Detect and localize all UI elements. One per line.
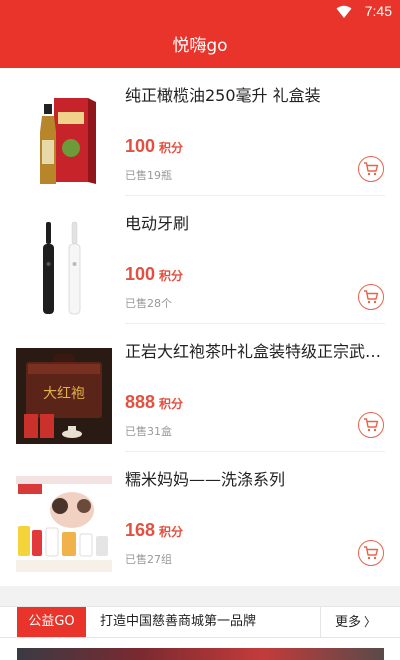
product-item[interactable]: 电动牙刷 100 积分 已售28个 <box>0 196 400 324</box>
price-unit: 积分 <box>159 269 184 283</box>
status-bar: 7:45 <box>0 0 400 24</box>
cart-icon <box>364 546 379 560</box>
detergent-series-image <box>16 476 112 572</box>
product-price: 100 积分 <box>125 136 183 157</box>
more-label: 更多 <box>335 615 362 630</box>
price-value: 168 <box>125 520 156 540</box>
svg-text:大红袍: 大红袍 <box>43 386 85 402</box>
notice-bar[interactable]: 公益GO 打造中国慈善商城第一品牌 更多〉 <box>0 606 400 638</box>
tea-gift-box-image: 大红袍 <box>16 348 112 444</box>
notice-tag: 公益GO <box>17 607 86 637</box>
product-price: 100 积分 <box>125 264 183 285</box>
price-value: 888 <box>125 392 156 412</box>
chevron-right-icon: 〉 <box>364 615 377 629</box>
add-to-cart-button[interactable] <box>358 156 384 182</box>
add-to-cart-button[interactable] <box>358 540 384 566</box>
product-price: 168 积分 <box>125 520 183 541</box>
cart-icon <box>364 162 379 176</box>
product-name[interactable]: 正岩大红袍茶叶礼盒装特级正宗武夷山岩茶 <box>125 338 385 362</box>
product-name[interactable]: 纯正橄榄油250毫升 礼盒装 <box>125 82 385 106</box>
add-to-cart-button[interactable] <box>358 284 384 310</box>
product-price: 888 积分 <box>125 392 183 413</box>
app-bar: 悦嗨go <box>0 24 400 68</box>
product-item[interactable]: 纯正橄榄油250毫升 礼盒装 100 积分 已售19瓶 <box>0 68 400 196</box>
page-title: 悦嗨go <box>172 36 228 56</box>
price-value: 100 <box>125 136 156 156</box>
sold-count: 已售31盒 <box>125 425 172 438</box>
wifi-icon <box>336 5 352 18</box>
price-unit: 积分 <box>159 525 184 539</box>
status-time: 7:45 <box>364 3 392 19</box>
promo-banner[interactable] <box>17 648 384 660</box>
sold-count: 已售28个 <box>125 297 172 310</box>
price-unit: 积分 <box>159 141 184 155</box>
cart-icon <box>364 418 379 432</box>
cart-icon <box>364 290 379 304</box>
product-item[interactable]: 大红袍 正岩大红袍茶叶礼盒装特级正宗武夷山岩茶 888积分 已售31盒 <box>0 324 400 452</box>
product-item[interactable]: 糯米妈妈——洗涤系列 168 积分 已售27组 <box>0 452 400 580</box>
price-unit: 积分 <box>159 397 184 411</box>
product-name[interactable]: 电动牙刷 <box>125 210 385 234</box>
electric-toothbrush-image <box>16 220 112 316</box>
sold-count: 已售19瓶 <box>125 169 172 182</box>
notice-text[interactable]: 打造中国慈善商城第一品牌 <box>100 607 256 637</box>
product-name[interactable]: 糯米妈妈——洗涤系列 <box>125 466 385 490</box>
more-button[interactable]: 更多〉 <box>320 607 384 637</box>
section-gap <box>0 586 400 606</box>
olive-oil-gift-box-image <box>16 92 112 188</box>
price-value: 100 <box>125 264 156 284</box>
sold-count: 已售27组 <box>125 553 172 566</box>
add-to-cart-button[interactable] <box>358 412 384 438</box>
